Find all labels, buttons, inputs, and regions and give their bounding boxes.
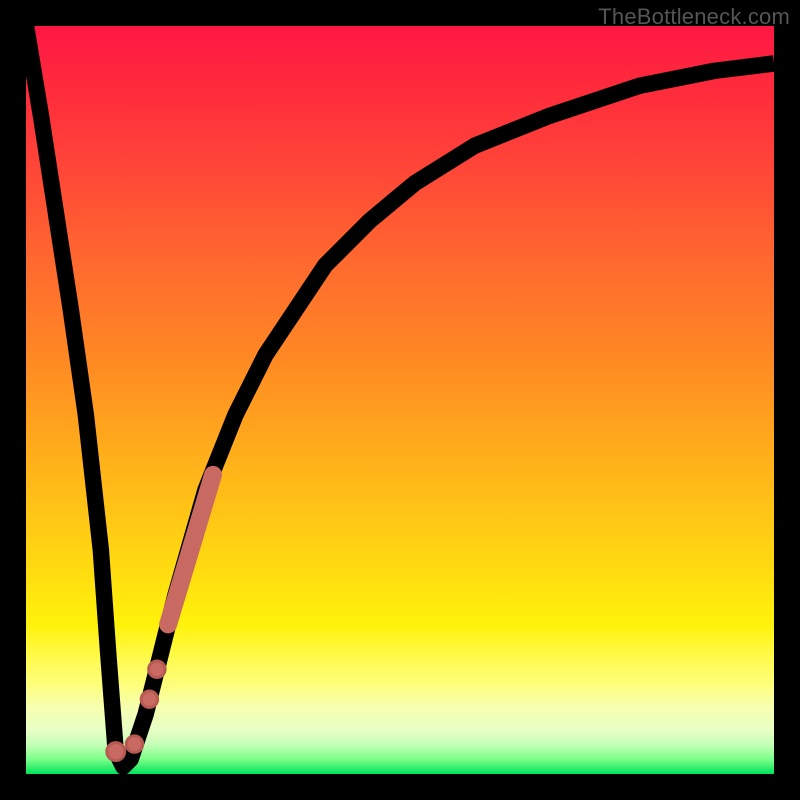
watermark-text: TheBottleneck.com (598, 4, 790, 30)
data-point-dot (149, 661, 165, 677)
data-point-dot (141, 691, 157, 707)
data-point-cluster (168, 475, 213, 625)
plot-area (26, 26, 774, 774)
marker-layer (107, 475, 213, 761)
bottleneck-curve (26, 26, 774, 767)
data-point-dot (107, 743, 125, 761)
chart-frame: TheBottleneck.com (0, 0, 800, 800)
data-point-dot (126, 736, 142, 752)
curve-svg (26, 26, 774, 774)
